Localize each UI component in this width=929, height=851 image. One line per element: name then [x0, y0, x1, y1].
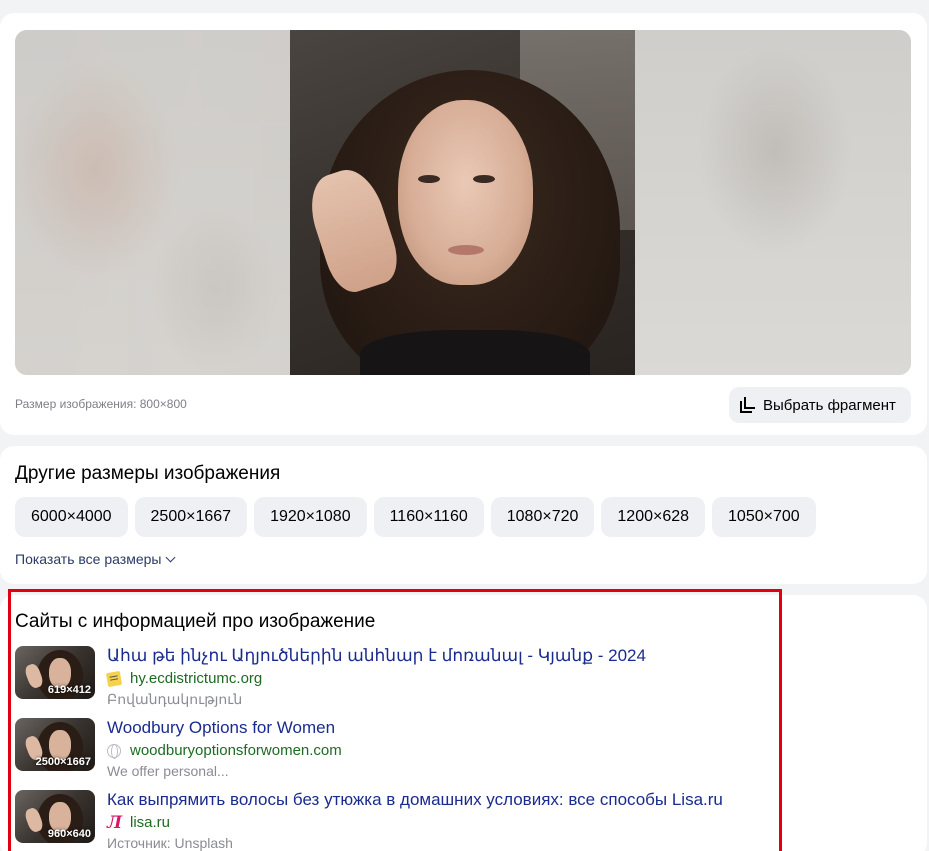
note-icon	[105, 670, 123, 687]
image-size-caption: Размер изображения: 800×800	[15, 397, 187, 411]
site-title-link[interactable]: Woodbury Options for Women	[107, 718, 335, 738]
site-result: 619×412 Ահա թե ինչու Աղյուծներին անհնար …	[15, 646, 775, 708]
blurred-background-right	[635, 30, 911, 375]
site-result: 960×640 Как выпрямить волосы без утюжка …	[15, 790, 775, 851]
size-chip[interactable]: 2500×1667	[134, 497, 248, 537]
site-domain-link[interactable]: Л lisa.ru	[107, 814, 170, 831]
size-chip[interactable]: 1080×720	[490, 497, 595, 537]
chevron-down-icon	[166, 552, 176, 562]
main-image[interactable]	[290, 30, 635, 375]
sites-with-image-card: Сайты с информацией про изображение 619×…	[0, 595, 927, 851]
select-fragment-button[interactable]: Выбрать фрагмент	[729, 387, 911, 423]
image-preview[interactable]	[15, 30, 911, 375]
site-domain-text: woodburyoptionsforwomen.com	[130, 742, 342, 759]
size-chips: 6000×4000 2500×1667 1920×1080 1160×1160 …	[15, 497, 816, 537]
size-chip[interactable]: 1050×700	[712, 497, 816, 537]
size-chip[interactable]: 1200×628	[601, 497, 706, 537]
sites-title: Сайты с информацией про изображение	[15, 611, 376, 632]
site-snippet: We offer personal...	[107, 763, 229, 779]
site-title-link[interactable]: Ահա թե ինչու Աղյուծներին անհնար է մոռանա…	[107, 646, 646, 666]
image-preview-card: Размер изображения: 800×800 Выбрать фраг…	[0, 13, 927, 435]
site-thumbnail[interactable]: 2500×1667	[15, 718, 95, 771]
size-chip[interactable]: 6000×4000	[15, 497, 128, 537]
show-all-sizes-label: Показать все размеры	[15, 551, 162, 567]
site-thumbnail[interactable]: 619×412	[15, 646, 95, 699]
site-domain-link[interactable]: woodburyoptionsforwomen.com	[107, 742, 342, 759]
crop-icon	[741, 397, 755, 412]
size-chip[interactable]: 1160×1160	[373, 497, 484, 537]
show-all-sizes-link[interactable]: Показать все размеры	[15, 551, 176, 567]
other-sizes-card: Другие размеры изображения 6000×4000 250…	[0, 446, 927, 584]
site-domain-text: hy.ecdistrictumc.org	[130, 670, 263, 687]
other-sizes-title: Другие размеры изображения	[15, 463, 281, 484]
site-snippet: Բովանդակություն	[107, 691, 243, 707]
site-snippet: Источник: Unsplash	[107, 835, 233, 851]
thumbnail-size: 2500×1667	[35, 756, 91, 768]
site-title-link[interactable]: Как выпрямить волосы без утюжка в домашн…	[107, 790, 723, 810]
thumbnail-size: 619×412	[47, 684, 91, 696]
site-thumbnail[interactable]: 960×640	[15, 790, 95, 843]
blurred-background-left	[15, 30, 290, 375]
lisa-logo-icon: Л	[107, 812, 123, 833]
globe-icon	[107, 743, 121, 759]
size-chip[interactable]: 1920×1080	[254, 497, 367, 537]
site-domain-text: lisa.ru	[130, 814, 171, 831]
thumbnail-size: 960×640	[47, 828, 91, 840]
site-result: 2500×1667 Woodbury Options for Women woo…	[15, 718, 775, 780]
site-domain-link[interactable]: hy.ecdistrictumc.org	[105, 670, 263, 687]
select-fragment-label: Выбрать фрагмент	[763, 396, 896, 414]
